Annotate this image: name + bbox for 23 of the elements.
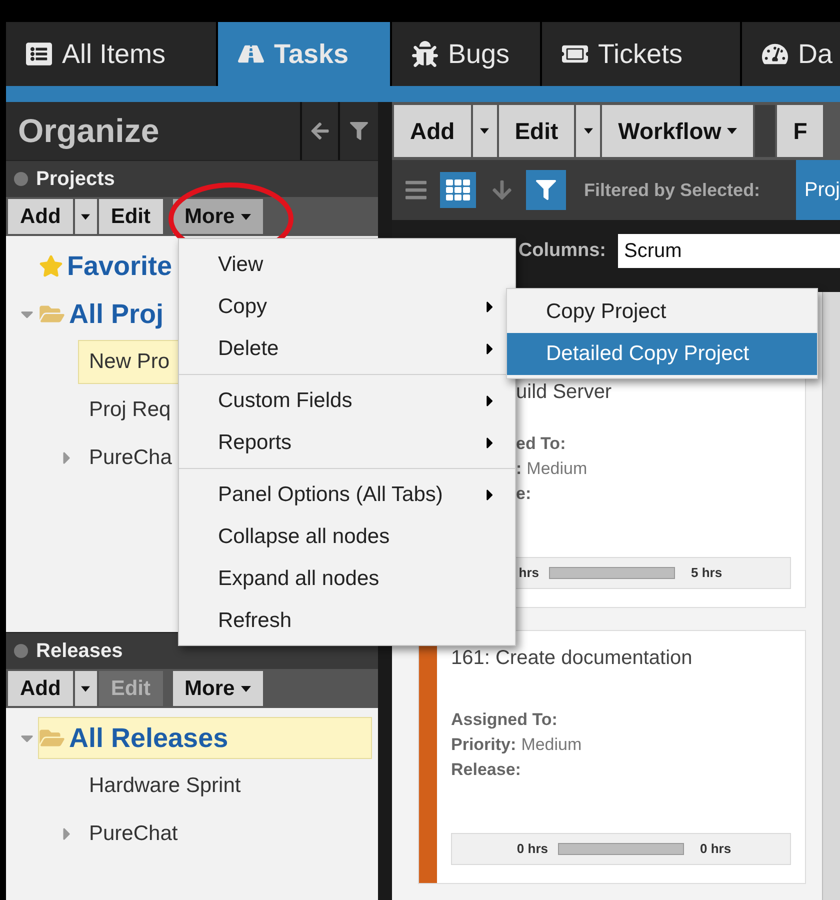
field-value: Medium [526,458,588,480]
hours-text: 0 hrs [699,840,732,858]
tree-label: All Proj [69,298,164,331]
filter-value: Proj [796,160,840,220]
field-value: Medium [521,734,582,756]
hours-text: 0 hrs [516,840,548,858]
columns-label: Columns: [518,238,606,263]
hours-text: 5 hrs [690,564,722,582]
field-label: Priority: [451,734,516,756]
card-title: uild Server [516,380,613,405]
filter-label: Filtered by Selected: [584,178,760,202]
panel-title: Releases [36,639,123,664]
tree-label: All Releases [69,722,228,755]
field-label: Assigned To: [451,708,558,731]
panel-title: Organize [17,111,160,152]
hours-text: hrs [518,564,539,582]
tree-label: Favorite [67,250,172,283]
field-label: e: [516,482,532,505]
card-title: 161: Create documentation [451,646,694,671]
field-label: Release: [451,758,521,781]
field-label: : [516,458,522,480]
field-label: ed To: [516,432,566,455]
panel-title: Projects [36,167,115,192]
